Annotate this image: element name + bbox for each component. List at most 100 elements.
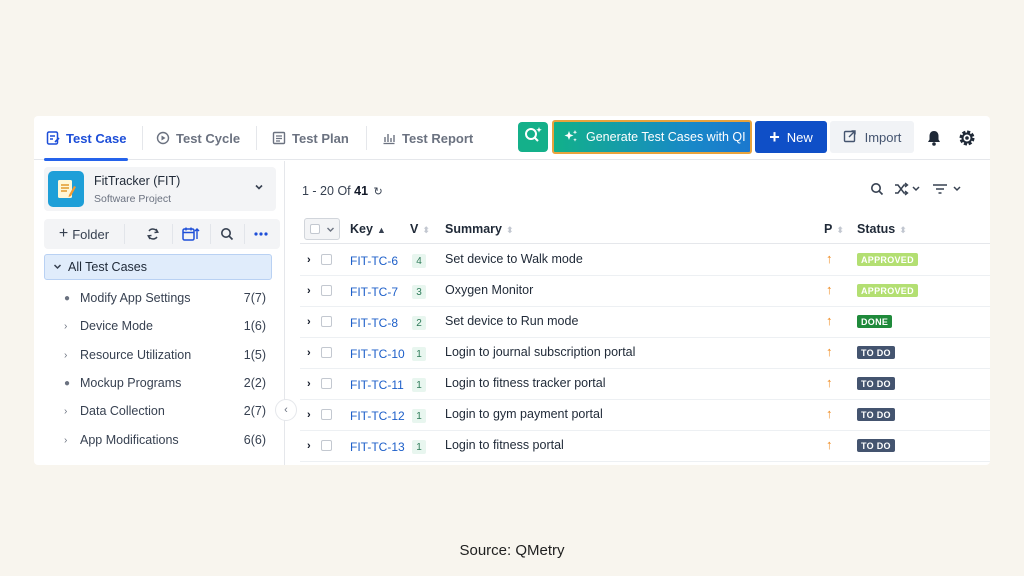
row-checkbox[interactable] — [321, 378, 332, 389]
test-case-summary[interactable]: Login to journal subscription portal — [445, 345, 635, 359]
status-badge[interactable]: TO DO — [857, 439, 895, 452]
expand-row-icon[interactable]: › — [307, 254, 311, 266]
folder-toolbar: + Folder — [44, 219, 280, 249]
status-badge[interactable]: TO DO — [857, 377, 895, 390]
test-case-summary[interactable]: Login to fitness portal — [445, 438, 564, 452]
more-options-icon[interactable] — [250, 219, 272, 249]
tab-test-report[interactable]: Test Report — [382, 116, 473, 160]
import-icon — [843, 129, 857, 146]
status-badge[interactable]: APPROVED — [857, 284, 918, 297]
column-header-version[interactable]: V ⬍ — [410, 222, 430, 236]
folder-item[interactable]: ● Modify App Settings 7(7) — [64, 287, 266, 309]
table-row[interactable]: › FIT-TC-13 1 Login to fitness portal ↑ TO DO — [300, 431, 990, 462]
tab-test-case[interactable]: Test Case — [43, 116, 129, 161]
expand-row-icon[interactable]: › — [307, 316, 311, 328]
table-row[interactable]: › FIT-TC-7 3 Oxygen Monitor ↑ APPROVED — [300, 276, 990, 307]
version-badge: 1 — [412, 440, 426, 454]
folder-item[interactable]: ● Mockup Programs 2(2) — [64, 372, 266, 394]
row-checkbox[interactable] — [321, 285, 332, 296]
tab-test-plan[interactable]: Test Plan — [272, 116, 349, 160]
test-case-key-link[interactable]: FIT-TC-12 — [350, 409, 405, 423]
notification-bell-icon[interactable] — [924, 128, 944, 148]
row-checkbox[interactable] — [321, 347, 332, 358]
search-icon[interactable] — [216, 219, 238, 249]
table-row[interactable]: › FIT-TC-6 4 Set device to Walk mode ↑ APPROV… — [300, 245, 990, 276]
priority-up-arrow-icon: ↑ — [826, 282, 833, 297]
status-badge[interactable]: TO DO — [857, 346, 895, 359]
new-button[interactable]: + New — [755, 121, 827, 153]
row-checkbox[interactable] — [321, 254, 332, 265]
qi-assistant-button[interactable] — [518, 122, 548, 152]
column-header-summary[interactable]: Summary ⬍ — [445, 222, 514, 236]
tab-label: Test Case — [66, 130, 127, 146]
sparkle-icon — [564, 129, 578, 146]
folder-item[interactable]: › Data Collection 2(7) — [64, 400, 266, 422]
test-case-key-link[interactable]: FIT-TC-7 — [350, 285, 398, 299]
test-case-key-link[interactable]: FIT-TC-8 — [350, 316, 398, 330]
folder-item[interactable]: › App Modifications 6(6) — [64, 429, 266, 451]
priority-up-arrow-icon: ↑ — [826, 375, 833, 390]
bullet-icon: ● — [64, 377, 71, 389]
test-case-key-link[interactable]: FIT-TC-13 — [350, 440, 405, 454]
priority-up-arrow-icon: ↑ — [826, 437, 833, 452]
folder-name: Data Collection — [80, 404, 165, 418]
calendar-sort-icon[interactable] — [179, 219, 203, 249]
chevron-down-icon — [53, 260, 62, 274]
shuffle-icon[interactable] — [894, 182, 922, 199]
test-case-icon — [46, 131, 60, 145]
sort-asc-icon: ▲ — [376, 225, 386, 235]
table-row[interactable]: › FIT-TC-11 1 Login to fitness tracker port… — [300, 369, 990, 400]
column-header-key[interactable]: Key ▲ — [350, 222, 386, 236]
collapse-sidebar-button[interactable]: ‹ — [275, 399, 297, 421]
expand-row-icon[interactable]: › — [307, 285, 311, 297]
project-type: Software Project — [94, 193, 172, 205]
test-case-summary[interactable]: Oxygen Monitor — [445, 283, 533, 297]
test-case-key-link[interactable]: FIT-TC-10 — [350, 347, 405, 361]
filter-icon[interactable] — [932, 182, 964, 199]
tab-test-cycle[interactable]: Test Cycle — [156, 116, 240, 160]
settings-gear-icon[interactable] — [956, 127, 978, 149]
folder-item[interactable]: › Device Mode 1(6) — [64, 315, 266, 337]
new-label: New — [786, 129, 813, 145]
select-all-checkbox[interactable] — [304, 218, 340, 240]
chevron-right-icon: › — [64, 434, 68, 446]
table-row[interactable]: › FIT-TC-12 1 Login to gym payment portal ↑ T… — [300, 400, 990, 431]
expand-row-icon[interactable]: › — [307, 347, 311, 359]
add-folder-button[interactable]: + Folder — [52, 219, 116, 249]
test-case-key-link[interactable]: FIT-TC-11 — [350, 378, 404, 392]
test-case-summary[interactable]: Set device to Run mode — [445, 314, 578, 328]
column-header-status[interactable]: Status ⬍ — [857, 222, 907, 236]
column-label: Status — [857, 222, 896, 236]
status-badge[interactable]: TO DO — [857, 408, 895, 421]
refresh-icon[interactable]: ↻ — [374, 186, 383, 198]
folder-item[interactable]: › Resource Utilization 1(5) — [64, 344, 266, 366]
refresh-icon[interactable] — [142, 219, 164, 249]
test-case-summary[interactable]: Login to gym payment portal — [445, 407, 603, 421]
row-checkbox[interactable] — [321, 440, 332, 451]
version-badge: 1 — [412, 347, 426, 361]
status-badge[interactable]: DONE — [857, 315, 893, 328]
table-row[interactable]: › FIT-TC-8 2 Set device to Run mode ↑ DONE — [300, 307, 990, 338]
expand-row-icon[interactable]: › — [307, 440, 311, 452]
column-header-priority[interactable]: P ⬍ — [824, 222, 844, 236]
test-case-key-link[interactable]: FIT-TC-6 — [350, 254, 398, 268]
sort-icon: ⬍ — [422, 225, 430, 235]
test-case-summary[interactable]: Set device to Walk mode — [445, 252, 583, 266]
row-checkbox[interactable] — [321, 409, 332, 420]
expand-row-icon[interactable]: › — [307, 378, 311, 390]
project-selector[interactable]: FitTracker (FIT) Software Project — [44, 167, 276, 211]
import-button[interactable]: Import — [830, 121, 914, 153]
folder-name: Modify App Settings — [80, 291, 191, 305]
row-checkbox[interactable] — [321, 316, 332, 327]
tab-label: Test Plan — [292, 130, 349, 146]
chevron-down-icon — [326, 223, 335, 237]
expand-row-icon[interactable]: › — [307, 409, 311, 421]
priority-up-arrow-icon: ↑ — [826, 406, 833, 421]
tree-root-all-test-cases[interactable]: All Test Cases — [44, 254, 272, 280]
test-case-summary[interactable]: Login to fitness tracker portal — [445, 376, 606, 390]
generate-test-cases-button[interactable]: Generate Test Cases with QI — [552, 120, 752, 154]
tab-label: Test Report — [402, 130, 474, 146]
status-badge[interactable]: APPROVED — [857, 253, 918, 266]
search-icon[interactable] — [870, 182, 884, 199]
table-row[interactable]: › FIT-TC-10 1 Login to journal subscription… — [300, 338, 990, 369]
